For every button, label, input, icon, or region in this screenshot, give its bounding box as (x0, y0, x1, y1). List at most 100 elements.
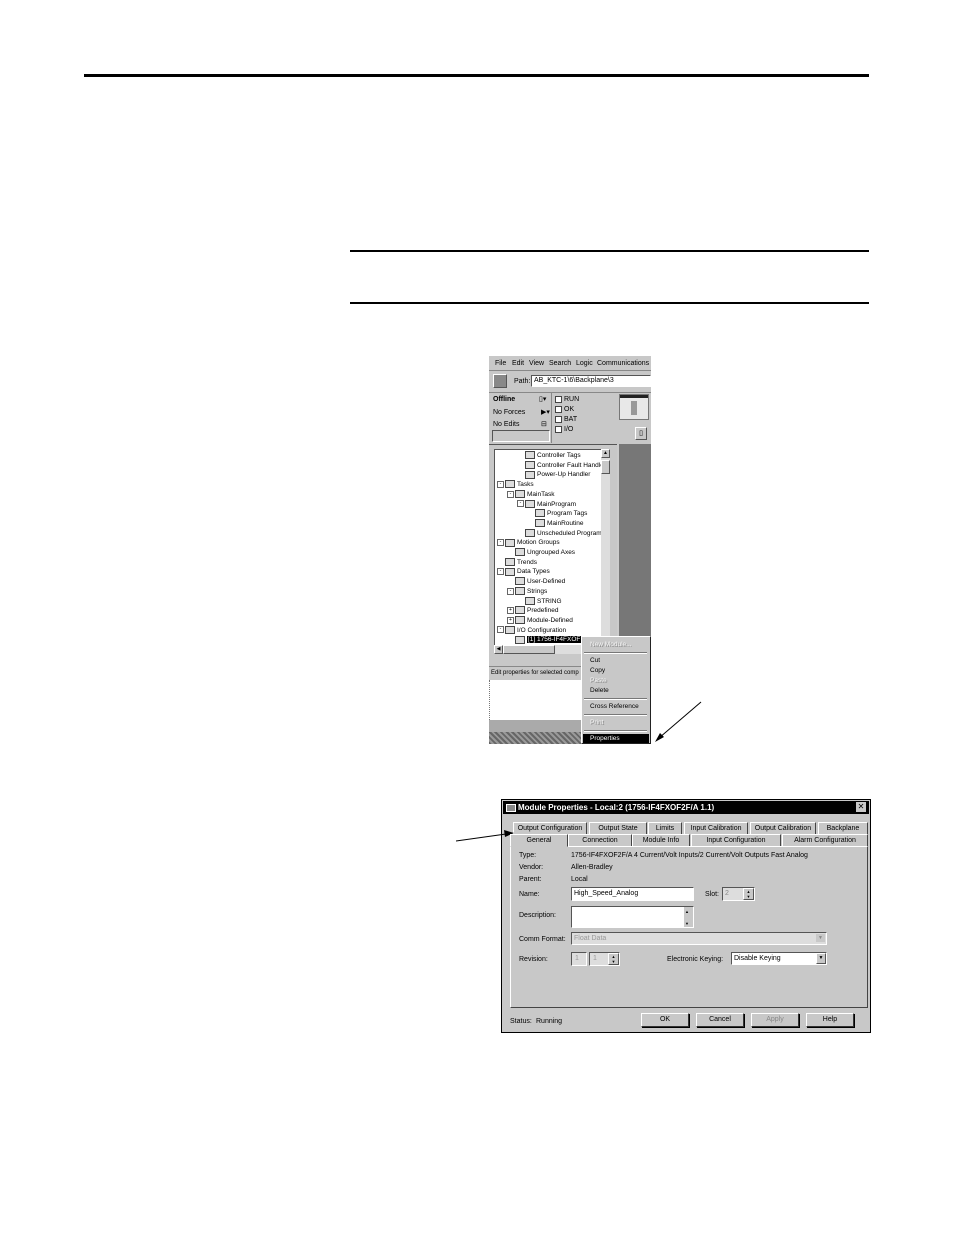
menu-edit[interactable]: Edit (512, 359, 524, 368)
tree-item[interactable]: STRING (517, 596, 562, 606)
menu-file[interactable]: File (495, 359, 506, 368)
folder-icon (505, 538, 515, 547)
comm-format-select[interactable]: Float Data ▼ (571, 932, 827, 945)
name-input[interactable]: High_Speed_Analog (571, 887, 694, 901)
desc-scroll-up-icon[interactable]: ▲ (685, 907, 689, 916)
forces-arrow-icon[interactable]: ▶▾ (541, 408, 550, 417)
tree-item[interactable]: User-Defined (507, 577, 565, 586)
folder-icon (535, 519, 545, 528)
tree-item[interactable]: + Predefined (507, 606, 558, 615)
expand-icon[interactable]: + (507, 616, 514, 624)
slot-spin-icon[interactable]: ▲ ▼ (743, 888, 754, 900)
collapse-icon[interactable]: - (497, 539, 504, 547)
tree-item[interactable]: - Tasks (497, 480, 534, 489)
tree-item-label: Tasks (517, 481, 534, 489)
system-menu-icon[interactable] (506, 804, 516, 812)
apply-button[interactable]: Apply (751, 1013, 799, 1027)
folder-icon (515, 587, 525, 596)
scroll-thumb[interactable] (601, 460, 610, 474)
tree-item[interactable]: Controller Tags (517, 451, 581, 460)
path-value: AB_KTC-1\6\Backplane\3 (534, 377, 614, 384)
description-scrollbar[interactable]: ▲ ▼ (684, 907, 693, 927)
context-menu-item[interactable]: Cut (590, 656, 600, 665)
slot-label: Slot: (705, 891, 720, 898)
context-menu-item[interactable]: Paste (590, 676, 607, 685)
tree-item[interactable]: Power-Up Handler (517, 470, 590, 479)
tree-item[interactable]: Unscheduled Programs (517, 528, 601, 538)
scroll-left-icon[interactable]: ◀ (494, 645, 503, 654)
tree-item-label: Data Types (517, 568, 550, 576)
type-value: 1756-IF4FXOF2F/A 4 Current/Volt Inputs/2… (571, 852, 808, 859)
parent-label: Parent: (519, 876, 542, 883)
network-icon[interactable] (493, 374, 507, 388)
menu-communications[interactable]: Communications (597, 359, 649, 368)
menu-view[interactable]: View (529, 359, 544, 368)
menu-search[interactable]: Search (549, 359, 571, 368)
context-menu-item[interactable]: Copy (590, 666, 605, 675)
tree-item-label: Ungrouped Axes (527, 549, 576, 556)
keying-value: Disable Keying (734, 955, 781, 962)
folder-icon (525, 499, 535, 508)
tree-item-label: MainProgram (537, 500, 577, 508)
tree-item[interactable]: - MainProgram (517, 499, 577, 509)
collapse-icon[interactable]: - (497, 480, 504, 488)
keying-dropdown-icon[interactable]: ▼ (816, 953, 826, 964)
tree-vertical-scrollbar[interactable]: ▲ (601, 449, 610, 645)
revision-spin-icon[interactable]: ▲ ▼ (608, 953, 619, 965)
tree-item[interactable]: Trends (497, 557, 537, 567)
forces-status: No Forces (493, 409, 526, 416)
revision-minor-stepper[interactable]: 1 ▲ ▼ (589, 952, 620, 966)
scroll-up-icon[interactable]: ▲ (601, 449, 610, 458)
collapse-icon[interactable]: - (517, 500, 524, 508)
folder-icon (515, 635, 525, 644)
controller-organizer-tree[interactable]: Controller Tags Controller Fault Handler P… (494, 449, 602, 647)
revision-major-value: 1 (575, 955, 579, 962)
tree-item-label: I/O Configuration (517, 626, 567, 634)
tree-item[interactable]: - I/O Configuration (497, 625, 567, 635)
mode-dropdown-icon[interactable]: ▯▾ (539, 395, 546, 404)
tab-general[interactable]: General (510, 834, 568, 847)
tree-item[interactable]: - MainTask (507, 490, 554, 499)
folder-icon (505, 480, 515, 489)
tree-item[interactable]: Ungrouped Axes (507, 548, 575, 557)
close-icon[interactable]: ✕ (856, 802, 866, 812)
folder-icon (515, 548, 525, 557)
tree-item[interactable]: MainRoutine (527, 519, 584, 528)
cancel-button[interactable]: Cancel (696, 1013, 744, 1027)
properties-callout-line (655, 700, 702, 742)
comm-format-dropdown-icon[interactable]: ▼ (816, 934, 825, 942)
context-menu-item[interactable]: Properties (583, 734, 649, 743)
controller-button[interactable]: ▯ (635, 427, 647, 440)
context-menu-item[interactable]: Cross Reference (590, 702, 639, 711)
slot-stepper[interactable]: 2 ▲ ▼ (722, 887, 755, 901)
help-button[interactable]: Help (806, 1013, 854, 1027)
description-textarea[interactable]: ▲ ▼ (571, 906, 694, 928)
path-label: Path: (514, 378, 531, 385)
tree-item[interactable]: - Data Types (497, 567, 550, 576)
expand-icon[interactable]: + (507, 606, 514, 614)
context-menu-item[interactable]: Delete (590, 686, 609, 695)
path-field[interactable]: AB_KTC-1\6\Backplane\3 (531, 375, 651, 387)
context-menu-item[interactable]: New Module... (590, 640, 632, 649)
edits-status: No Edits (493, 421, 520, 428)
tree-item[interactable]: - Motion Groups (497, 538, 560, 547)
ok-button[interactable]: OK (641, 1013, 689, 1027)
collapse-icon[interactable]: - (507, 490, 514, 498)
desc-scroll-down-icon[interactable]: ▼ (685, 919, 689, 928)
workspace-pane (617, 444, 651, 666)
status-value: Running (536, 1018, 563, 1025)
tree-item[interactable]: [1] 1756-IF4FXOF (507, 635, 582, 644)
menu-logic[interactable]: Logic (576, 359, 593, 368)
tree-item[interactable]: Controller Fault Handler (517, 460, 601, 470)
collapse-icon[interactable]: - (497, 626, 504, 634)
collapse-icon[interactable]: - (507, 587, 514, 595)
path-bar: Path: AB_KTC-1\6\Backplane\3 (489, 372, 651, 390)
tree-item[interactable]: Program Tags (527, 509, 587, 518)
context-menu-item[interactable]: Print (590, 718, 603, 727)
revision-major-field[interactable]: 1 (571, 952, 587, 966)
collapse-icon[interactable]: - (497, 568, 504, 576)
tree-item[interactable]: - Strings (507, 587, 547, 596)
keying-select[interactable]: Disable Keying ▼ (731, 952, 827, 965)
tree-item[interactable]: + Module-Defined (507, 616, 573, 625)
hscroll-thumb[interactable] (503, 645, 555, 654)
